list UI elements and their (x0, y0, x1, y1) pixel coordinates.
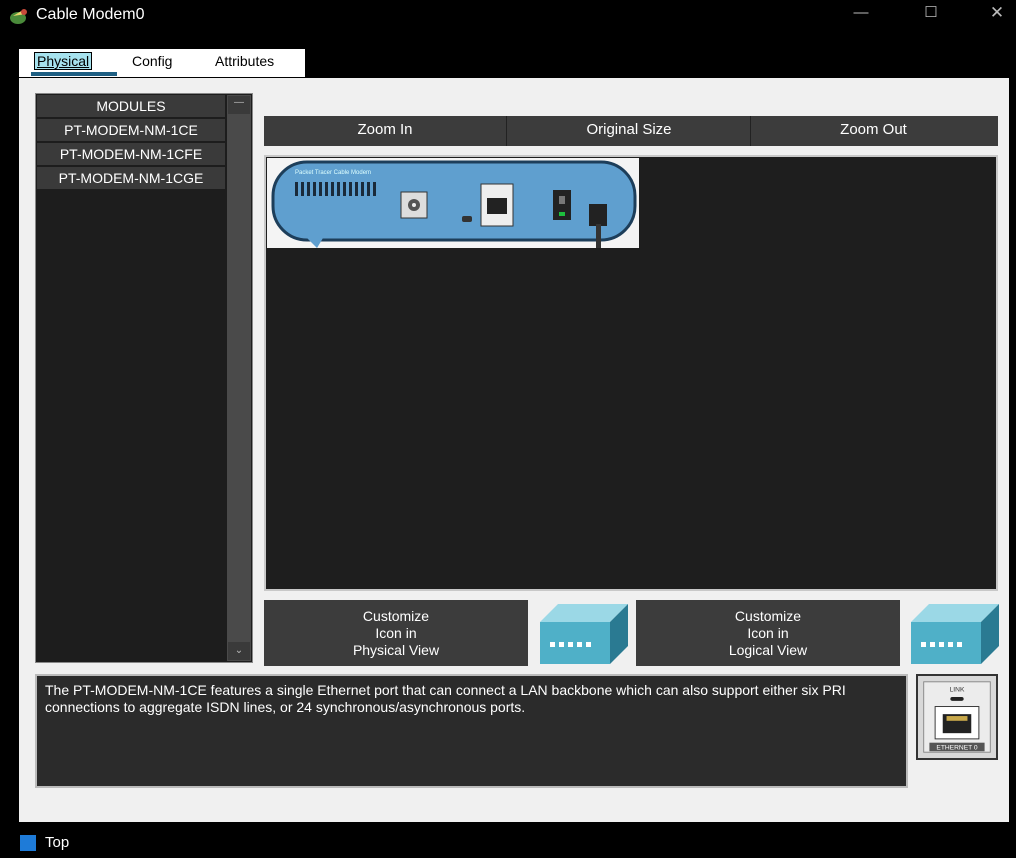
scroll-up-button[interactable]: — (228, 96, 250, 114)
active-tab-indicator (31, 72, 117, 76)
window-title: Cable Modem0 (36, 6, 145, 23)
customize-physical-icon-button[interactable]: Customize Icon in Physical View (264, 600, 528, 666)
app-icon (10, 9, 27, 24)
tab-bar: Physical Config Attributes (19, 49, 305, 77)
cable-modem-image[interactable]: Packet Tracer Cable Modem (267, 158, 639, 248)
modules-list: MODULES PT-MODEM-NM-1CE PT-MODEM-NM-1CFE… (35, 93, 253, 663)
close-button[interactable]: ✕ (974, 0, 1016, 30)
customize-label: Physical View (352, 642, 440, 658)
status-color-indicator[interactable] (20, 835, 36, 851)
maximize-button[interactable]: ☐ (908, 0, 954, 30)
title-bar: Cable Modem0 — ☐ ✕ (0, 0, 1016, 32)
tab-physical[interactable]: Physical (34, 52, 93, 70)
original-size-button[interactable]: Original Size (508, 116, 751, 146)
zoom-bar: Zoom In Original Size Zoom Out (264, 116, 998, 146)
tab-config[interactable]: Config (132, 53, 172, 69)
physical-panel: MODULES PT-MODEM-NM-1CE PT-MODEM-NM-1CFE… (19, 78, 1009, 822)
status-text: Top (45, 834, 70, 851)
modem-physical-icon (540, 604, 628, 664)
device-dialog: Physical Config Attributes MODULES PT-MO… (7, 32, 1013, 824)
physical-device-view[interactable]: Packet Tracer Cable Modem (264, 155, 998, 591)
modem-brand-text: Packet Tracer Cable Modem (295, 170, 371, 176)
minimize-button[interactable]: — (838, 0, 884, 30)
scroll-down-button[interactable]: ⌄ (228, 642, 250, 660)
customize-label: Logical View (728, 642, 808, 658)
customize-label: Icon in (375, 625, 417, 641)
zoom-in-button[interactable]: Zoom In (264, 116, 507, 146)
modem-logical-icon (911, 604, 999, 664)
modules-scrollbar[interactable]: — ⌄ (227, 95, 251, 661)
module-item[interactable]: PT-MODEM-NM-1CGE (37, 167, 225, 189)
port-ethernet-label: ETHERNET 0 (936, 744, 978, 751)
tab-attributes[interactable]: Attributes (215, 53, 274, 69)
module-item[interactable]: PT-MODEM-NM-1CFE (37, 143, 225, 165)
status-bar: Top (0, 826, 1016, 858)
zoom-out-button[interactable]: Zoom Out (752, 116, 995, 146)
customize-logical-icon-button[interactable]: Customize Icon in Logical View (636, 600, 900, 666)
port-link-label: LINK (950, 686, 965, 693)
module-item[interactable]: PT-MODEM-NM-1CE (37, 119, 225, 141)
ethernet-port-image: LINK ETHERNET 0 (916, 674, 998, 760)
modules-header: MODULES (37, 95, 225, 117)
module-description: The PT-MODEM-NM-1CE features a single Et… (35, 674, 908, 788)
customize-label: Customize (362, 608, 430, 624)
customize-label: Customize (734, 608, 802, 624)
customize-label: Icon in (747, 625, 789, 641)
